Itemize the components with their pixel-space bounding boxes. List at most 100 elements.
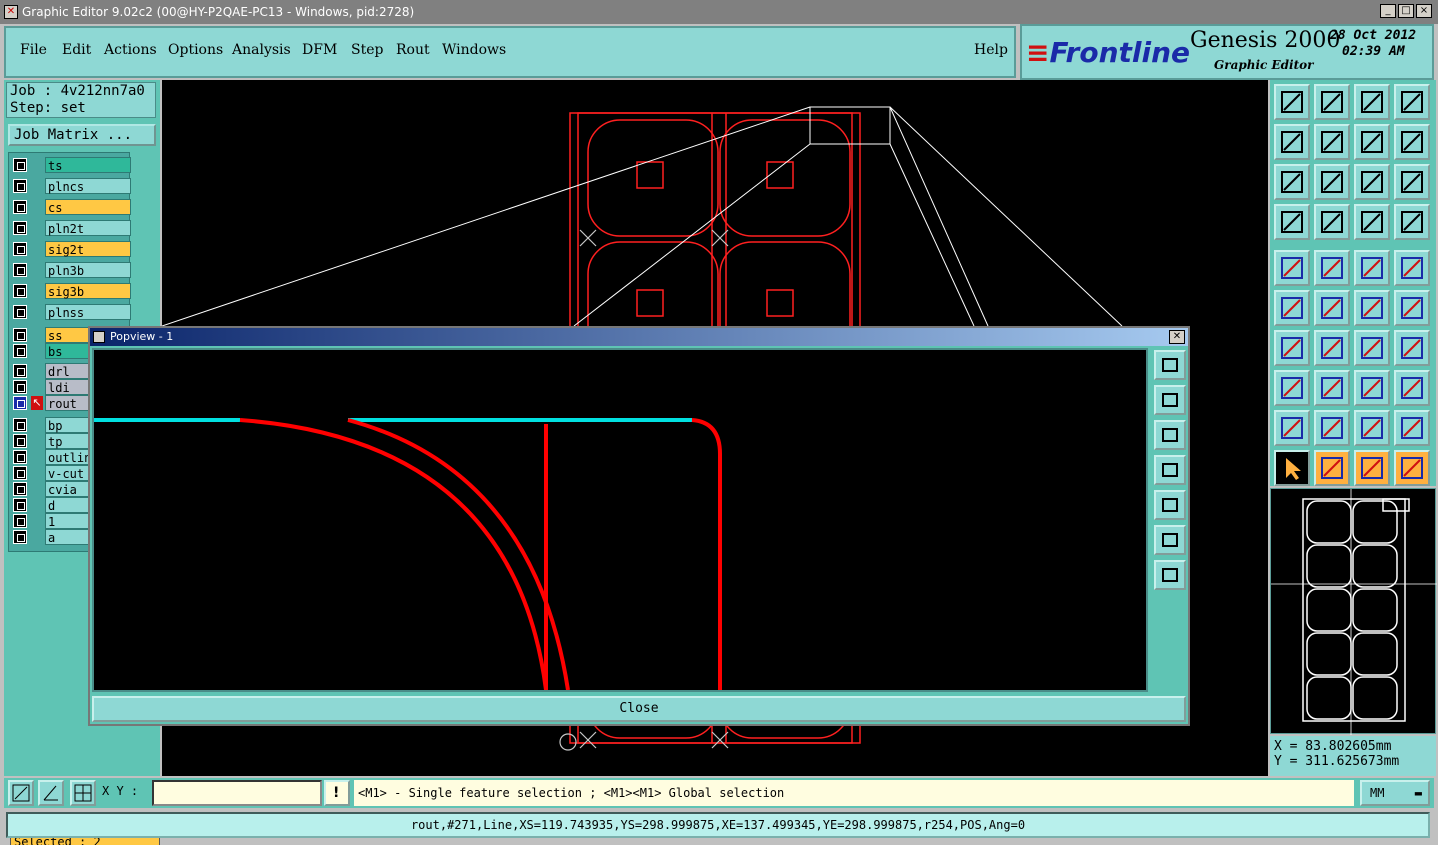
circle-tool[interactable]	[1394, 250, 1430, 286]
close-window-button[interactable]: ×	[1416, 4, 1432, 18]
layer-checkbox[interactable]	[13, 200, 27, 214]
pv-zoom-button[interactable]	[1154, 350, 1186, 380]
layer-checkbox[interactable]	[13, 514, 27, 528]
arc-alt-tool[interactable]	[1394, 410, 1430, 446]
copy-tool[interactable]	[1394, 290, 1430, 326]
layer-row[interactable]: plnss	[11, 304, 131, 320]
layer-checkbox[interactable]	[13, 396, 27, 410]
layer-row[interactable]: pln2t	[11, 220, 131, 236]
triangle-up-tool[interactable]	[1314, 410, 1350, 446]
snap-red-tool[interactable]	[1354, 204, 1390, 240]
snap-blue-tool[interactable]	[1394, 204, 1430, 240]
pointer-tool[interactable]	[1274, 450, 1310, 486]
line-blue-tool[interactable]	[1314, 330, 1350, 366]
measure-mode-button[interactable]	[38, 780, 64, 806]
layer-checkbox[interactable]	[13, 221, 27, 235]
layer-row[interactable]: pln3b	[11, 262, 131, 278]
pv-up-button[interactable]	[1154, 385, 1186, 415]
layer-checkbox[interactable]	[13, 418, 27, 432]
pointer-alt-tool[interactable]	[1314, 450, 1350, 486]
layer-checkbox[interactable]	[13, 482, 27, 496]
menu-file[interactable]: File	[20, 42, 47, 58]
flip-tool[interactable]	[1354, 124, 1390, 160]
layer-checkbox[interactable]	[13, 380, 27, 394]
line-red-tool[interactable]	[1274, 330, 1310, 366]
triangle-tool[interactable]	[1274, 410, 1310, 446]
menu-help[interactable]: Help	[974, 42, 1008, 58]
layer-checkbox[interactable]	[13, 498, 27, 512]
popview-close-button[interactable]: Close	[92, 696, 1186, 722]
menu-actions[interactable]: Actions	[104, 42, 157, 58]
measure-tool[interactable]	[1274, 204, 1310, 240]
units-selector[interactable]: MM ▬	[1360, 780, 1430, 806]
pad-tool[interactable]	[1274, 250, 1310, 286]
line-dots-tool[interactable]	[1274, 290, 1310, 326]
layer-name[interactable]: pln3b	[45, 262, 131, 278]
layer-checkbox[interactable]	[13, 242, 27, 256]
home-tool[interactable]	[1354, 84, 1390, 120]
zoom-home-tool[interactable]	[1274, 84, 1310, 120]
pointer-sel-tool[interactable]	[1354, 450, 1390, 486]
grid-display-tool[interactable]	[1314, 204, 1350, 240]
layer-name[interactable]: ts	[45, 157, 131, 173]
layer-checkbox[interactable]	[13, 284, 27, 298]
layer-checkbox[interactable]	[13, 158, 27, 172]
execute-button[interactable]: !	[324, 780, 350, 806]
pv-right-button[interactable]	[1154, 490, 1186, 520]
fit-all-tool[interactable]	[1314, 164, 1350, 200]
pv-down-button[interactable]	[1154, 420, 1186, 450]
popview-canvas[interactable]	[92, 348, 1148, 692]
window-tool[interactable]	[1394, 84, 1430, 120]
help-tool[interactable]	[1394, 164, 1430, 200]
layer-checkbox[interactable]	[13, 328, 27, 342]
redraw-tool[interactable]	[1394, 124, 1430, 160]
pan-left-tool[interactable]	[1274, 124, 1310, 160]
job-matrix-button[interactable]: Job Matrix ...	[8, 124, 156, 146]
overview-map[interactable]	[1270, 488, 1437, 735]
arc-tool[interactable]	[1354, 410, 1390, 446]
layer-name[interactable]: plnss	[45, 304, 131, 320]
maximize-button[interactable]: □	[1398, 4, 1414, 18]
rotate-tool[interactable]	[1354, 330, 1390, 366]
grid-mode-button[interactable]	[70, 780, 96, 806]
layer-checkbox[interactable]	[13, 263, 27, 277]
ruler-tool[interactable]	[1354, 250, 1390, 286]
polygon-tool[interactable]	[1394, 370, 1430, 406]
layer-checkbox[interactable]	[13, 466, 27, 480]
layer-checkbox[interactable]	[13, 179, 27, 193]
minimize-button[interactable]: _	[1380, 4, 1396, 18]
menu-options[interactable]: Options	[168, 42, 223, 58]
menu-step[interactable]: Step	[351, 42, 383, 58]
mirror-tool[interactable]	[1394, 330, 1430, 366]
select-box-tool[interactable]	[1314, 250, 1350, 286]
select-area-tool[interactable]	[1274, 370, 1310, 406]
layer-name[interactable]: cs	[45, 199, 131, 215]
pointer-multi-tool[interactable]	[1394, 450, 1430, 486]
layer-name[interactable]: pln2t	[45, 220, 131, 236]
layer-name[interactable]: plncs	[45, 178, 131, 194]
resize-tool[interactable]	[1354, 370, 1390, 406]
layer-checkbox[interactable]	[13, 530, 27, 544]
layer-checkbox[interactable]	[13, 434, 27, 448]
layer-name[interactable]: sig3b	[45, 283, 131, 299]
layer-row[interactable]: plncs	[11, 178, 131, 194]
layer-row[interactable]: cs	[11, 199, 131, 215]
layer-checkbox[interactable]	[13, 450, 27, 464]
menu-windows[interactable]: Windows	[442, 42, 506, 58]
menu-analysis[interactable]: Analysis	[232, 42, 291, 58]
layer-checkbox[interactable]	[13, 364, 27, 378]
layer-row[interactable]: sig3b	[11, 283, 131, 299]
menu-dfm[interactable]: DFM	[302, 42, 337, 58]
layer-row[interactable]: ts	[11, 157, 131, 173]
pv-fit-button[interactable]	[1154, 525, 1186, 555]
layer-checkbox[interactable]	[13, 305, 27, 319]
xy-input[interactable]	[152, 780, 322, 806]
zoom-out-tool[interactable]	[1314, 84, 1350, 120]
scale-1-2-tool[interactable]	[1354, 164, 1390, 200]
pv-center-button[interactable]	[1154, 560, 1186, 590]
menu-edit[interactable]: Edit	[62, 42, 91, 58]
layer-name[interactable]: sig2t	[45, 241, 131, 257]
fit-tool[interactable]	[1274, 164, 1310, 200]
popview-close-icon[interactable]: ✕	[1169, 330, 1185, 344]
split-tool[interactable]	[1314, 370, 1350, 406]
